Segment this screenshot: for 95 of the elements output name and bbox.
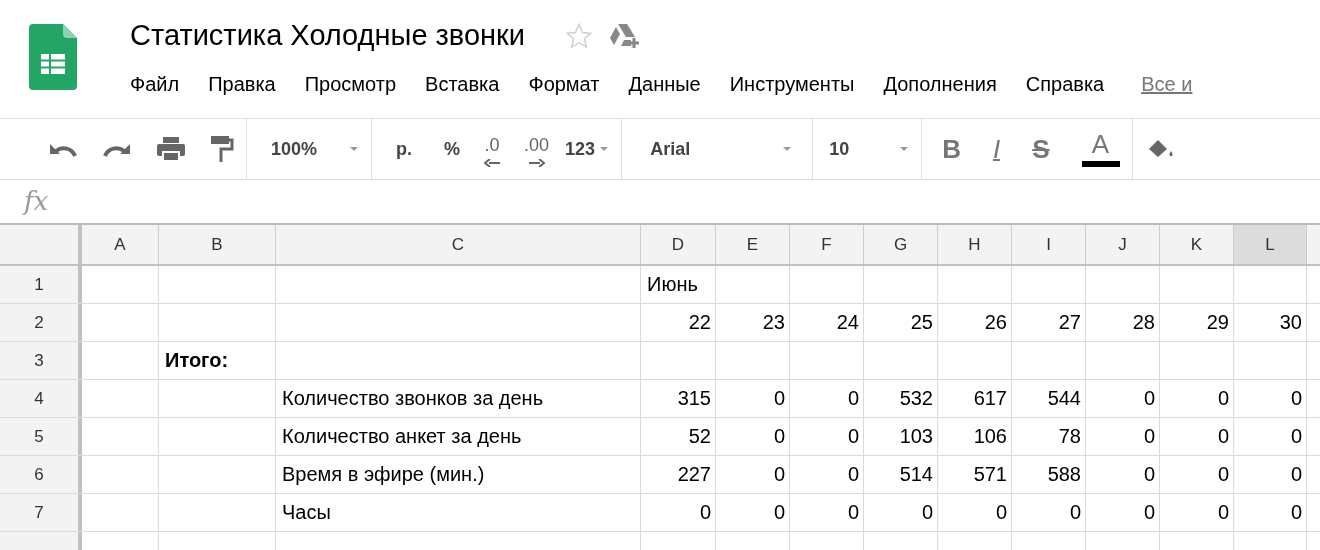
table-cell[interactable]: Количество анкет за день xyxy=(276,418,641,455)
table-cell[interactable]: 571 xyxy=(938,456,1012,493)
drive-add-icon[interactable] xyxy=(609,22,641,50)
row-header[interactable]: 6 xyxy=(0,456,82,493)
table-cell[interactable]: 0 xyxy=(938,494,1012,531)
row-header[interactable]: 4 xyxy=(0,380,82,417)
table-cell[interactable]: 0 xyxy=(1160,418,1234,455)
caret-icon xyxy=(899,146,910,152)
table-cell[interactable]: 0 xyxy=(790,456,864,493)
table-cell[interactable]: 0 xyxy=(1160,380,1234,417)
row-header[interactable] xyxy=(0,532,82,550)
table-cell[interactable]: 0 xyxy=(1234,418,1307,455)
paint-format-icon[interactable] xyxy=(210,135,234,163)
row-header[interactable]: 1 xyxy=(0,266,82,303)
table-cell[interactable]: 0 xyxy=(790,418,864,455)
table-cell[interactable]: 24 xyxy=(790,304,864,341)
caret-icon xyxy=(349,146,360,152)
table-cell[interactable]: 0 xyxy=(790,494,864,531)
table-cell[interactable]: 23 xyxy=(716,304,790,341)
table-cell[interactable]: 0 xyxy=(1086,494,1160,531)
strikethrough-button[interactable]: S xyxy=(1032,129,1050,169)
caret-icon xyxy=(782,146,793,152)
formula-label: fx xyxy=(24,185,49,218)
spreadsheet-logo-icon[interactable] xyxy=(29,24,77,90)
table-cell[interactable]: 0 xyxy=(1086,456,1160,493)
percent-button[interactable]: % xyxy=(444,135,461,163)
print-icon[interactable] xyxy=(156,136,186,162)
row-header[interactable]: 5 xyxy=(0,418,82,455)
table-cell[interactable]: 0 xyxy=(864,494,938,531)
table-cell[interactable]: 617 xyxy=(938,380,1012,417)
menu-item[interactable]: Вставка xyxy=(425,69,500,99)
table-cell[interactable]: Количество звонков за день xyxy=(276,380,641,417)
table-cell[interactable]: 227 xyxy=(641,456,716,493)
changes-link[interactable]: Все и xyxy=(1141,69,1193,99)
table-cell[interactable]: 0 xyxy=(716,418,790,455)
table-cell[interactable]: 0 xyxy=(1012,494,1086,531)
text-color-button[interactable]: A xyxy=(1081,131,1120,167)
table-cell[interactable]: 0 xyxy=(1086,380,1160,417)
table-cell[interactable]: 25 xyxy=(864,304,938,341)
table-cell[interactable]: Июнь xyxy=(641,266,716,303)
bold-button[interactable]: B xyxy=(942,129,961,169)
table-cell[interactable]: 0 xyxy=(790,380,864,417)
menu-item[interactable]: Инструменты xyxy=(729,69,855,99)
table-cell[interactable]: 29 xyxy=(1160,304,1234,341)
menu-item[interactable]: Справка xyxy=(1025,69,1105,99)
zoom-select[interactable]: 100% xyxy=(271,135,360,163)
table-cell[interactable]: 26 xyxy=(938,304,1012,341)
table-cell[interactable]: 588 xyxy=(1012,456,1086,493)
table-cell[interactable]: 52 xyxy=(641,418,716,455)
right-arrow-icon xyxy=(528,158,545,167)
table-cell[interactable]: 27 xyxy=(1012,304,1086,341)
table-cell[interactable]: 315 xyxy=(641,380,716,417)
table-cell[interactable]: 514 xyxy=(864,456,938,493)
table-cell[interactable]: 0 xyxy=(1234,494,1307,531)
table-cell[interactable]: 0 xyxy=(1234,380,1307,417)
table-cell[interactable]: 0 xyxy=(641,494,716,531)
table-cell[interactable]: 532 xyxy=(864,380,938,417)
menu-item[interactable]: Данные xyxy=(628,69,701,99)
table-cell[interactable]: 28 xyxy=(1086,304,1160,341)
italic-button[interactable]: I xyxy=(992,129,1001,169)
table-cell[interactable]: 103 xyxy=(864,418,938,455)
table-cell[interactable]: Часы xyxy=(276,494,641,531)
font-size-select[interactable]: 10 xyxy=(829,135,910,163)
currency-button[interactable]: р. xyxy=(396,135,413,163)
table-cell[interactable]: 0 xyxy=(1234,456,1307,493)
menu-item[interactable]: Правка xyxy=(208,69,276,99)
table-cell[interactable]: 0 xyxy=(1086,418,1160,455)
table-cell[interactable]: 0 xyxy=(716,456,790,493)
table-cell[interactable]: Время в эфире (мин.) xyxy=(276,456,641,493)
table-cell[interactable]: 544 xyxy=(1012,380,1086,417)
menu-item[interactable]: Просмотр xyxy=(304,69,397,99)
number-format-select[interactable]: 123 xyxy=(565,135,610,163)
row-header[interactable]: 2 xyxy=(0,304,82,341)
menu-item[interactable]: Формат xyxy=(528,69,600,99)
table-cell[interactable]: 0 xyxy=(1160,494,1234,531)
left-arrow-icon xyxy=(484,158,501,167)
row-header[interactable]: 3 xyxy=(0,342,82,379)
star-icon[interactable] xyxy=(565,22,593,50)
table-cell[interactable]: 78 xyxy=(1012,418,1086,455)
table-cell[interactable]: 30 xyxy=(1234,304,1307,341)
table-cell[interactable]: 22 xyxy=(641,304,716,341)
decrease-decimals-button[interactable]: .0 xyxy=(484,131,501,167)
table-cell[interactable]: 106 xyxy=(938,418,1012,455)
table-cell[interactable]: 0 xyxy=(1160,456,1234,493)
increase-decimals-button[interactable]: .00 xyxy=(524,131,550,167)
table-cell[interactable]: Итого: xyxy=(159,342,276,379)
font-select[interactable]: Arial xyxy=(650,135,801,163)
caret-icon xyxy=(599,146,610,152)
column-header[interactable]: L xyxy=(1234,225,1307,264)
document-title[interactable]: Статистика Холодные звонки xyxy=(130,14,525,58)
menu-item[interactable]: Файл xyxy=(130,69,180,99)
table-cell[interactable]: 0 xyxy=(716,380,790,417)
row-header[interactable]: 7 xyxy=(0,494,82,531)
menu-item[interactable]: Дополнения xyxy=(883,69,997,99)
table-cell[interactable]: 0 xyxy=(716,494,790,531)
